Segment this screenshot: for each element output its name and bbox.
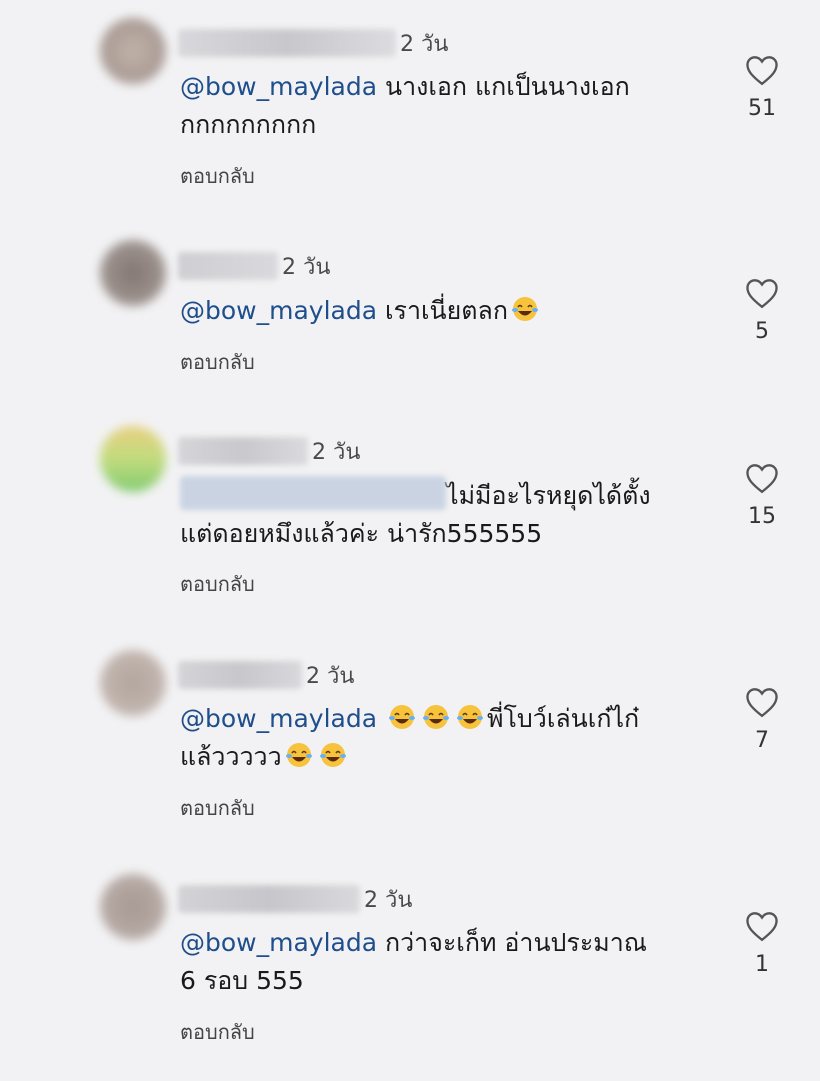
comment-item: 2 วัน @bow_maylada กว่าจะเก็ท อ่านประมาณ… [0, 856, 820, 1056]
comment-text-line1: นางเอก แกเป็นนางเอก [377, 72, 630, 101]
comment-meta: 2 วัน [178, 26, 448, 60]
like-count: 7 [755, 728, 769, 753]
comment-text: @bow_maylada เราเนี่ยตลก [180, 292, 700, 330]
username-blurred[interactable] [178, 29, 396, 57]
face-with-tears-of-joy-icon [510, 295, 540, 323]
reply-button[interactable]: ตอบกลับ [180, 346, 255, 378]
comment-item: 2 วัน @bow_maylada เราเนี่ยตลก ตอบกลับ 5 [0, 222, 820, 422]
comment-text-line2: แล้ววววว [180, 742, 282, 771]
comment-text-line1: ไม่มีอะไรหยุดได้ตั้ง [446, 481, 651, 510]
reply-button[interactable]: ตอบกลับ [180, 568, 255, 600]
comment-text: @bow_maylada กว่าจะเก็ท อ่านประมาณ 6 รอบ… [180, 924, 700, 1000]
face-with-tears-of-joy-icon [455, 703, 485, 731]
comment-text-line1: เราเนี่ยตลก [377, 296, 508, 325]
username-blurred[interactable] [178, 252, 278, 280]
reply-button[interactable]: ตอบกลับ [180, 792, 255, 824]
username-blurred[interactable] [178, 885, 360, 913]
like-control: 5 [742, 277, 782, 344]
comment-meta: 2 วัน [178, 434, 360, 468]
avatar[interactable] [100, 874, 166, 940]
comment-age: 2 วัน [306, 663, 355, 689]
comment-item: 2 วัน ไม่มีอะไรหยุดได้ตั้ง แต่ดอยหมึงแล้… [0, 408, 820, 608]
heart-outline-icon[interactable] [744, 277, 780, 309]
avatar[interactable] [100, 426, 166, 492]
comment-text-line1: กว่าจะเก็ท อ่านประมาณ [377, 928, 647, 957]
reply-button[interactable]: ตอบกลับ [180, 160, 255, 192]
face-with-tears-of-joy-icon [318, 741, 348, 769]
comment-age: 2 วัน [312, 439, 361, 465]
heart-outline-icon[interactable] [744, 686, 780, 718]
heart-outline-icon[interactable] [744, 462, 780, 494]
comment-item: 2 วัน @bow_maylada พี่โบว์เล่นเก๋ไก๋ แล้… [0, 632, 820, 832]
comment-meta: 2 วัน [178, 882, 412, 916]
mention-link[interactable]: @bow_maylada [180, 704, 377, 733]
comment-text-line1: พี่โบว์เล่นเก๋ไก๋ [487, 704, 640, 733]
username-blurred[interactable] [178, 661, 302, 689]
username-blurred[interactable] [178, 437, 308, 465]
like-control: 15 [742, 462, 782, 529]
comment-text: ไม่มีอะไรหยุดได้ตั้ง แต่ดอยหมึงแล้วค่ะ น… [180, 476, 700, 553]
comment-age: 2 วัน [364, 887, 413, 913]
face-with-tears-of-joy-icon [284, 741, 314, 769]
comment-meta: 2 วัน [178, 658, 354, 692]
face-with-tears-of-joy-icon [421, 703, 451, 731]
comment-meta: 2 วัน [178, 249, 330, 283]
mention-blurred[interactable] [180, 476, 446, 510]
comment-age: 2 วัน [400, 31, 449, 57]
avatar[interactable] [100, 650, 166, 716]
comment-age: 2 วัน [282, 254, 331, 280]
avatar[interactable] [100, 240, 166, 306]
like-control: 51 [742, 54, 782, 121]
comment-list: 2 วัน @bow_maylada นางเอก แกเป็นนางเอก ก… [0, 0, 820, 1081]
avatar[interactable] [100, 18, 166, 84]
comment-text-line2: แต่ดอยหมึงแล้วค่ะ น่ารัก555555 [180, 519, 543, 548]
like-count: 5 [755, 319, 769, 344]
like-control: 1 [742, 910, 782, 977]
heart-outline-icon[interactable] [744, 910, 780, 942]
mention-link[interactable]: @bow_maylada [180, 72, 377, 101]
like-count: 51 [748, 96, 776, 121]
comment-text: @bow_maylada นางเอก แกเป็นนางเอก กกกกกกก… [180, 68, 700, 144]
like-count: 15 [748, 504, 776, 529]
mention-link[interactable]: @bow_maylada [180, 928, 377, 957]
comment-text-line2: กกกกกกกกก [180, 110, 317, 139]
heart-outline-icon[interactable] [744, 54, 780, 86]
comment-text: @bow_maylada พี่โบว์เล่นเก๋ไก๋ แล้ววววว [180, 700, 700, 776]
comment-text-line2: 6 รอบ 555 [180, 966, 304, 995]
reply-button[interactable]: ตอบกลับ [180, 1016, 255, 1048]
mention-link[interactable]: @bow_maylada [180, 296, 377, 325]
like-control: 7 [742, 686, 782, 753]
comment-item: 2 วัน @bow_maylada นางเอก แกเป็นนางเอก ก… [0, 0, 820, 200]
like-count: 1 [755, 952, 769, 977]
face-with-tears-of-joy-icon [387, 703, 417, 731]
